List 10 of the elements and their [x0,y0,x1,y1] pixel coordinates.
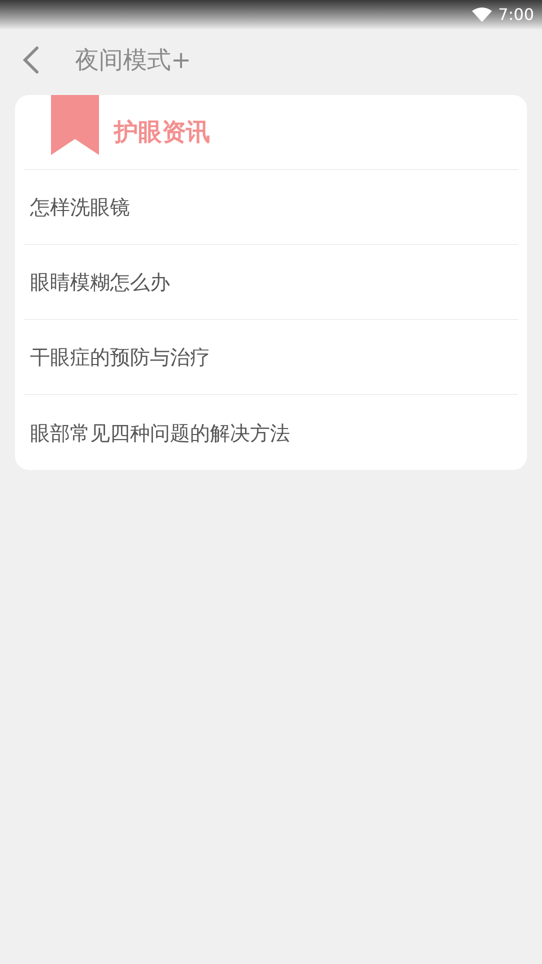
bookmark-icon [51,95,99,155]
article-link[interactable]: 眼睛模糊怎么办 [30,267,170,297]
back-icon[interactable] [22,46,40,74]
page-title: 夜间模式+ [75,45,192,76]
wifi-icon [472,7,492,23]
card-title: 护眼资讯 [114,117,210,148]
article-link[interactable]: 眼部常见四种问题的解决方法 [30,418,290,448]
article-link[interactable]: 怎样洗眼镜 [30,192,130,222]
article-link[interactable]: 干眼症的预防与治疗 [30,342,210,372]
status-time: 7:00 [498,4,534,26]
